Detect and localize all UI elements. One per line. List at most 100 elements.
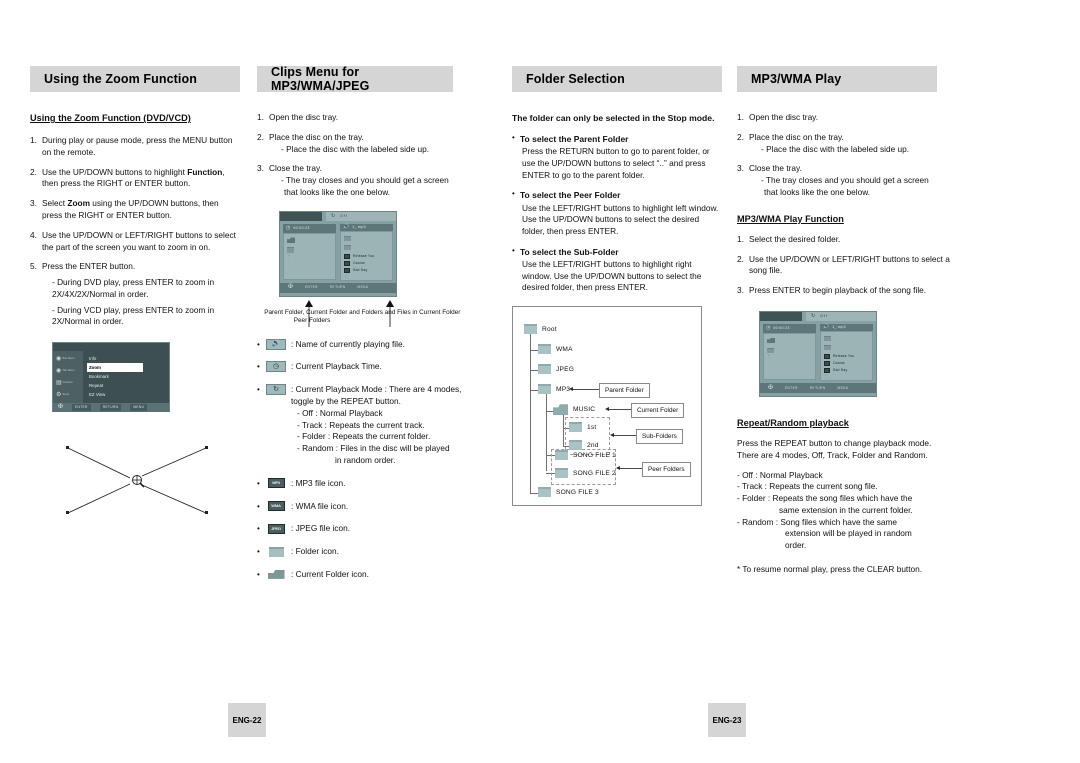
list-item[interactable]: Cactus [824,360,869,367]
list-item[interactable]: Cactus [344,260,389,267]
current-folder-icon [767,337,775,344]
legend-row-wma: • WMA : WMA file icon. [257,501,472,513]
folder-icon [569,440,582,451]
legend-text: : Current Playback Mode : There are 4 mo… [291,384,462,407]
list-item[interactable] [287,247,332,254]
mp3-disc-steps-list: 1. Open the disc tray. 2. Place the disc… [737,112,952,199]
substep-text: - The tray closes and you should get a s… [281,175,449,186]
play-current-file: 1_.mp3 [832,325,846,329]
callout-peer-folders: Peer Folders [642,462,691,478]
setup-icon: ⚙ [56,392,62,399]
list-item[interactable]: Release You [824,353,869,360]
osd-menu-item-info[interactable]: Info [87,354,169,363]
clips-left-pane: ◷ 00:00:23 ⋮ [283,223,336,280]
tree-node-mp3[interactable]: MP3 [538,384,570,395]
bullet-dot: • [257,478,260,488]
tree-node-jpeg[interactable]: JPEG [538,364,574,375]
tree-node-2nd[interactable]: 2nd [569,440,599,451]
list-item[interactable] [287,237,332,244]
list-item: 3. Close the tray. - The tray closes and… [737,163,952,198]
play-playback-mode-indicator: ↻ Off [806,311,876,321]
list-item[interactable] [767,347,812,354]
substep-text: - The tray closes and you should get a s… [761,175,929,186]
bullet-dot: • [257,385,260,395]
list-item[interactable] [824,344,869,351]
step-number: 1. [30,135,37,146]
play-mode-label: Off [820,313,828,318]
page-number-label: ENG-23 [712,715,742,725]
callout-arrow-parent [573,389,599,391]
play-left-pane: ◷ 00:00:23 ⋮ [763,323,816,380]
clips-right-pane: 🔊 1_.mp3 Release You Cactus Sad Day ⋮ [340,223,393,281]
list-item[interactable] [824,335,869,342]
step-text: Select the desired folder. [749,233,841,244]
osd-button-enter[interactable]: ENTER [72,404,91,412]
legend-row-current-folder: • : Current Folder icon. [257,569,472,581]
legend-text: : Folder icon. [291,546,339,557]
section-title: Folder Selection [526,72,625,86]
osd-menu-item-repeat[interactable]: Repeat [87,381,169,390]
step-text: Press the ENTER button. [42,261,136,272]
tree-node-label: Root [542,325,557,333]
list-item[interactable]: Sad Day [824,367,869,374]
repeat-mode-off: - Off : Normal Playback [737,469,823,480]
callout-sub-folders: Sub-Folders [636,429,683,445]
list-item[interactable] [344,244,389,251]
clips-button-return[interactable]: RETURN [330,285,346,290]
clips-playback-time: 00:00:23 [293,225,310,230]
tree-node-root[interactable]: Root [524,324,557,335]
column-folder-selection: The folder can only be selected in the S… [512,112,722,507]
osd-menu-item-bookmark[interactable]: Bookmark [87,372,169,381]
osd-sidebar-label: Function [62,381,73,385]
play-button-return[interactable]: RETURN [810,386,826,391]
list-item: 1. During play or pause mode, press the … [30,135,240,159]
function-icon: ▤ [56,380,62,387]
repeat-icon: ↻ [331,212,336,219]
subheading-repeat-random: Repeat/Random playback [737,417,849,428]
clips-button-menu[interactable]: MENU [358,285,369,290]
mp3-file-icon [344,254,350,259]
clips-button-enter[interactable]: ENTER [305,285,318,290]
file-name: Release You [833,354,855,359]
bullet-dot: • [512,189,515,199]
play-button-enter[interactable]: ENTER [785,386,798,391]
osd-menu-item-zoom-selected[interactable]: Zoom [87,363,143,373]
legend-row-mp3: • MP3 : MP3 file icon. [257,478,472,490]
tree-node-song-file-2[interactable]: SONG FILE 2 [555,468,616,479]
list-item: 3. Press ENTER to begin playback of the … [737,285,952,297]
tree-node-wma[interactable]: WMA [538,344,573,355]
osd-menu-item-ez-view[interactable]: EZ View [87,390,169,399]
subheading-play-function: MP3/WMA Play Function [737,213,844,224]
file-name: Cactus [353,260,365,265]
bullet-dot: • [512,133,515,143]
jpeg-file-icon: JPEG [266,523,286,534]
list-item[interactable] [767,337,812,344]
dpad-icon: ✠ [58,404,64,411]
tree-node-song-file-3[interactable]: SONG FILE 3 [538,487,599,498]
folder-icon [824,335,831,342]
tree-node-1st[interactable]: 1st [569,422,596,433]
osd-button-menu[interactable]: MENU [130,404,148,412]
list-item[interactable]: Release You [344,253,389,260]
repeat-mode-track: - Track : Repeats the current song file. [737,481,878,492]
section-header-mp3-wma-play: MP3/WMA Play [737,66,937,92]
tree-node-label: WMA [556,345,573,353]
step-text: Use the UP/DOWN buttons to highlight [42,166,188,177]
list-item[interactable]: Sad Day [344,267,389,274]
tree-node-song-file-1[interactable]: SONG FILE 1 [555,450,616,461]
play-button-menu[interactable]: MENU [838,386,849,391]
playing-file-icon: 🔊 [266,338,286,350]
callout-parent-current-peer: Parent Folder, Current Folder and Peer F… [264,308,360,325]
play-right-pane-header: 🔊 1_.mp3 [820,323,873,331]
file-tag-label: JPEG [271,525,281,531]
clear-button-note: * To resume normal play, press the CLEAR… [737,563,923,574]
callout-current-folder: Current Folder [631,403,685,419]
osd-titlebar [53,343,169,352]
folder-icon [538,344,551,355]
osd-button-return[interactable]: RETURN [99,404,122,412]
repeat-icon: ↻ [811,312,816,319]
zoom-steps-list: 1. During play or pause mode, press the … [30,135,240,328]
list-item[interactable] [344,235,389,242]
step-number: 2. [737,131,744,142]
tree-node-music[interactable]: MUSIC [553,404,595,416]
